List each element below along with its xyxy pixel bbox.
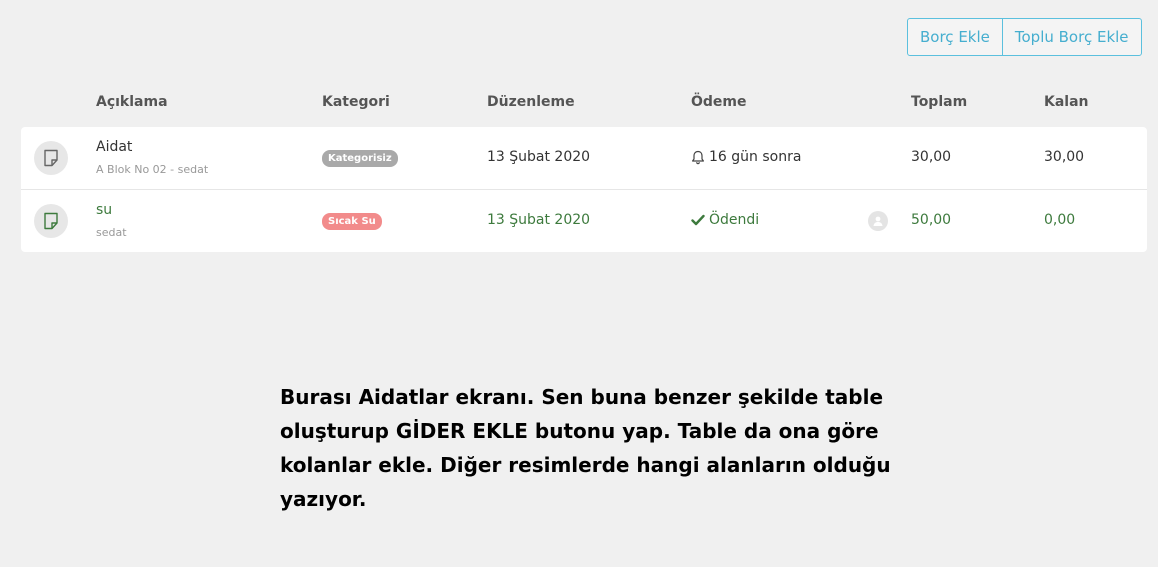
payment-status: Ödendi: [691, 212, 759, 228]
payment-status-text: 16 gün sonra: [709, 149, 802, 165]
row-date: 13 Şubat 2020: [487, 212, 591, 228]
bulk-add-debt-button[interactable]: Toplu Borç Ekle: [1001, 19, 1141, 55]
row-total: 50,00: [911, 212, 952, 228]
debts-page: Borç Ekle Toplu Borç Ekle Açıklama Kateg…: [0, 0, 1158, 567]
debt-button-group: Borç Ekle Toplu Borç Ekle: [907, 18, 1142, 56]
add-debt-button[interactable]: Borç Ekle: [908, 19, 1002, 55]
table-row[interactable]: Aidat A Blok No 02 - sedat Kategorisiz 1…: [21, 127, 1147, 189]
header-category[interactable]: Kategori: [322, 94, 390, 110]
check-icon: [691, 214, 705, 226]
header-payment[interactable]: Ödeme: [691, 94, 747, 110]
category-badge: Kategorisiz: [322, 150, 398, 167]
instruction-note: Burası Aidatlar ekranı. Sen buna benzer …: [280, 385, 891, 511]
payment-status: 16 gün sonra: [691, 149, 801, 165]
table-header: Açıklama Kategori Düzenleme Ödeme Toplam…: [0, 94, 1158, 116]
row-remaining: 0,00: [1044, 212, 1076, 228]
row-total: 30,00: [911, 149, 952, 165]
document-icon: [34, 141, 68, 175]
header-total[interactable]: Toplam: [911, 94, 967, 110]
header-remaining[interactable]: Kalan: [1044, 94, 1089, 110]
row-subtitle: sedat: [96, 226, 127, 239]
document-icon: [34, 204, 68, 238]
row-date: 13 Şubat 2020: [487, 149, 591, 165]
user-avatar-icon[interactable]: [868, 211, 888, 231]
table-row[interactable]: su sedat Sıcak Su 13 Şubat 2020 Ödendi 5…: [21, 190, 1147, 252]
payment-status-text: Ödendi: [709, 212, 760, 228]
row-title[interactable]: su: [96, 202, 112, 218]
header-date[interactable]: Düzenleme: [487, 94, 575, 110]
debt-table: Aidat A Blok No 02 - sedat Kategorisiz 1…: [21, 127, 1147, 252]
row-subtitle: A Blok No 02 - sedat: [96, 163, 209, 176]
row-remaining: 30,00: [1044, 149, 1085, 165]
bell-icon: [692, 150, 704, 164]
header-description[interactable]: Açıklama: [96, 94, 168, 110]
row-title[interactable]: Aidat: [96, 139, 132, 155]
category-badge: Sıcak Su: [322, 213, 382, 230]
